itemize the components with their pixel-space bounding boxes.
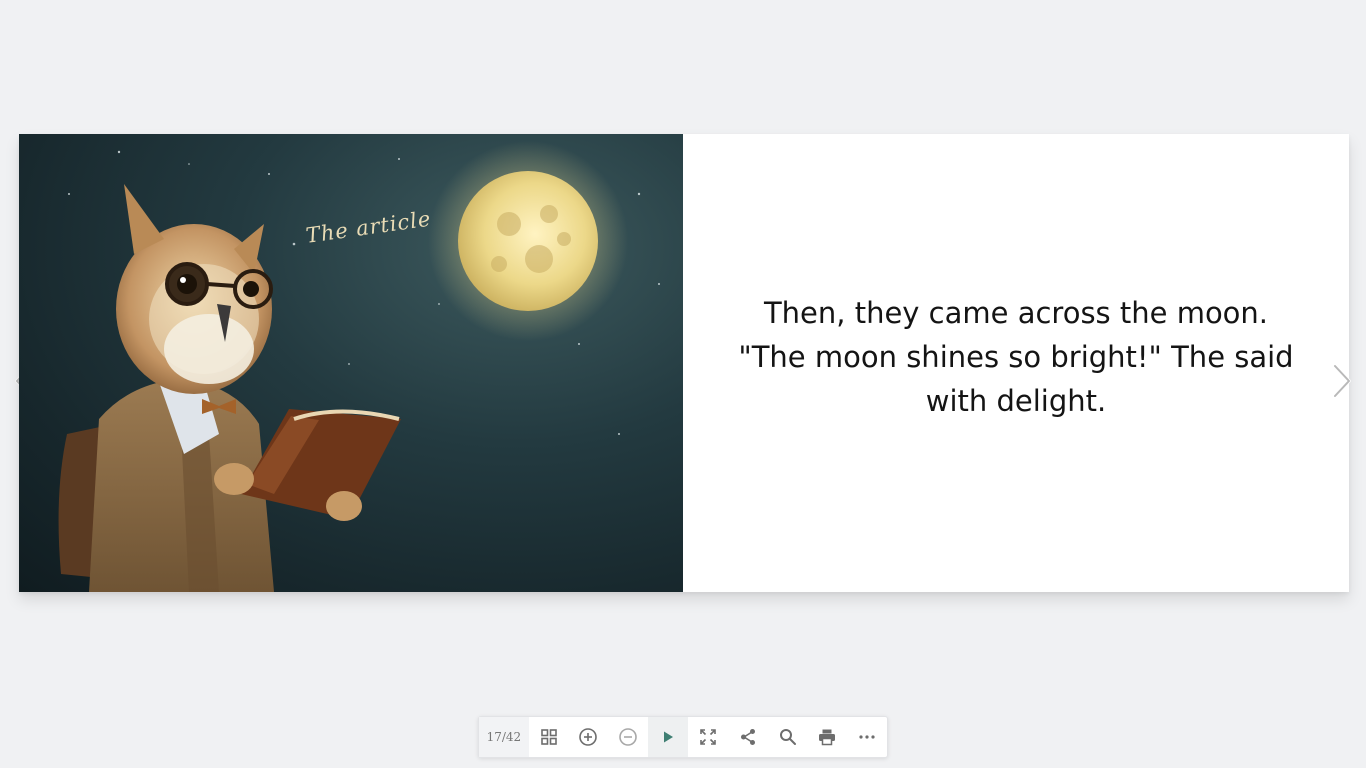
book-spread: The article Then, they came across the m… [19,134,1349,592]
page-counter[interactable]: 17/42 [479,717,529,757]
zoom-out-button[interactable] [608,717,648,757]
more-options-button[interactable] [847,717,887,757]
owl-moon-illustration [58,141,660,592]
fullscreen-icon [700,729,716,745]
fullscreen-button[interactable] [688,717,728,757]
search-button[interactable] [768,717,808,757]
zoom-out-icon [619,728,638,746]
zoom-in-icon [579,728,598,746]
print-icon [819,729,836,746]
zoom-in-button[interactable] [569,717,609,757]
left-page-illustration[interactable]: The article [19,134,683,592]
thumbnails-button[interactable] [529,717,569,757]
share-icon [740,729,755,745]
chevron-right-icon [1333,364,1351,398]
search-icon [779,729,796,745]
flipbook-viewer: The article Then, they came across the m… [0,0,1366,768]
more-icon [859,735,875,739]
grid-icon [540,729,557,745]
autoplay-button[interactable] [648,717,688,757]
viewer-toolbar: 17/42 [478,716,888,758]
print-button[interactable] [807,717,847,757]
share-button[interactable] [728,717,768,757]
next-page-button[interactable] [1330,362,1354,400]
play-icon [664,731,674,743]
right-page[interactable]: Then, they came across the moon. "The mo… [683,134,1349,592]
page-body-text: Then, they came across the moon. "The mo… [738,296,1294,418]
